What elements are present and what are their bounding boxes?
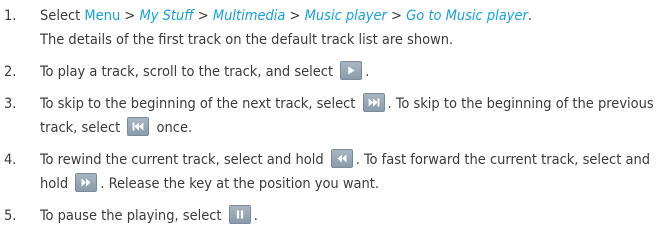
step-2: 2. To play a track, scroll to the track,…: [2, 60, 666, 84]
step-number: 1.: [4, 8, 17, 24]
path-separator: >: [120, 8, 140, 24]
step-text: To rewind the current track, select and …: [40, 148, 666, 196]
path-go-to-music-player: Go to Music player: [406, 8, 528, 24]
fast-forward-icon: [75, 173, 98, 192]
step-3: 3. To skip to the beginning of the next …: [2, 92, 666, 140]
step-note: The details of the first track on the de…: [40, 32, 454, 48]
path-music-player: Music player: [304, 8, 387, 24]
step-text-end: .: [527, 8, 533, 24]
skip-next-icon: [362, 93, 385, 112]
step-text-part: To skip to the beginning of the next tra…: [40, 96, 360, 112]
step-text-part: Select: [40, 8, 85, 24]
pause-icon: [228, 205, 251, 224]
step-text-part: To rewind the current track, select and …: [40, 152, 328, 168]
path-separator: >: [285, 8, 305, 24]
step-5: 5. To pause the playing, select .: [2, 204, 666, 228]
rewind-icon: [330, 149, 353, 168]
step-number: 3.: [4, 96, 17, 112]
menu-link: Menu: [84, 8, 121, 24]
step-number: 2.: [4, 64, 17, 80]
skip-previous-icon: [127, 117, 150, 136]
path-separator: >: [193, 8, 213, 24]
step-text-part: To play a track, scroll to the track, an…: [40, 64, 338, 80]
step-text-end: . Release the key at the position you wa…: [100, 176, 380, 192]
step-1: 1. Select Menu > My Stuff > Multimedia >…: [2, 4, 666, 52]
step-text-end: .: [365, 64, 370, 80]
step-number: 5.: [4, 208, 17, 224]
step-4: 4. To rewind the current track, select a…: [2, 148, 666, 196]
step-text: To skip to the beginning of the next tra…: [40, 92, 666, 140]
step-text-end: .: [253, 208, 258, 224]
step-number: 4.: [4, 152, 17, 168]
step-text: To play a track, scroll to the track, an…: [40, 60, 666, 84]
path-multimedia: Multimedia: [212, 8, 286, 24]
step-text-part: To pause the playing, select: [40, 208, 226, 224]
step-text: Select Menu > My Stuff > Multimedia > Mu…: [40, 4, 666, 52]
play-icon: [340, 61, 363, 80]
step-text: To pause the playing, select .: [40, 204, 666, 228]
instruction-list: 1. Select Menu > My Stuff > Multimedia >…: [2, 4, 666, 236]
path-my-stuff: My Stuff: [139, 8, 194, 24]
path-separator: >: [386, 8, 407, 24]
step-text-end: once.: [152, 120, 193, 136]
